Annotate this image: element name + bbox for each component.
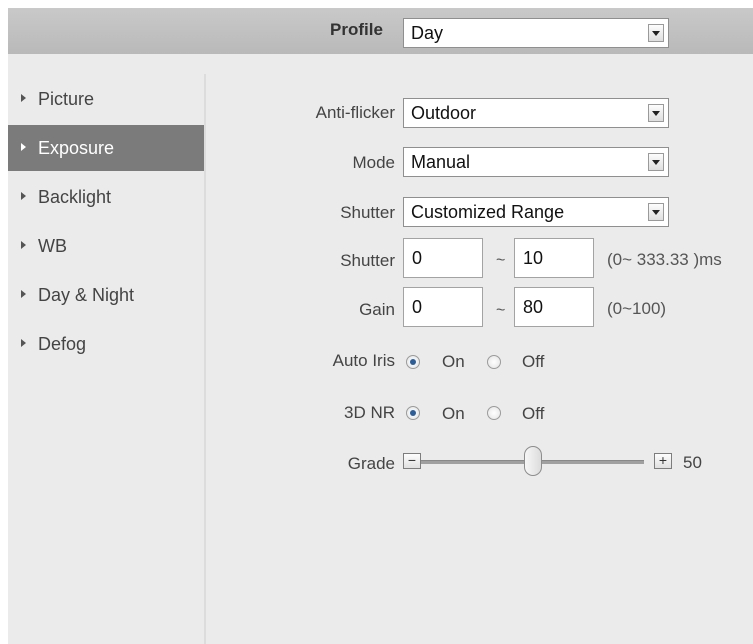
profile-label: Profile [330,20,383,39]
auto-iris-off-radio[interactable] [487,355,501,369]
sidebar-item-backlight[interactable]: Backlight [8,174,204,220]
range-separator: ~ [496,252,506,269]
anti-flicker-select[interactable]: Outdoor [403,98,669,128]
shutter-range-label: Shutter [340,251,395,270]
3dnr-off-radio[interactable] [487,406,501,420]
shutter-range-hint: (0~ 333.33 )ms [607,250,722,269]
shutter-max-input[interactable]: 10 [514,238,594,278]
range-separator: ~ [496,302,506,319]
sidebar-item-label: Defog [38,334,87,354]
triangle-right-icon [21,290,26,298]
auto-iris-on-label: On [442,352,465,371]
shutter-min-input[interactable]: 0 [403,238,483,278]
sidebar-item-exposure[interactable]: Exposure [8,125,204,171]
shutter-value: Customized Range [411,202,565,222]
chevron-down-icon[interactable] [648,24,664,42]
shutter-label: Shutter [340,203,395,222]
profile-select[interactable]: Day [403,18,669,48]
3dnr-label: 3D NR [343,403,395,422]
sidebar-item-label: Day & Night [38,285,135,305]
triangle-right-icon [21,143,26,151]
triangle-right-icon [21,192,26,200]
gain-label: Gain [359,300,395,319]
shutter-select[interactable]: Customized Range [403,197,669,227]
triangle-right-icon [21,339,26,347]
sidebar-item-label: Picture [38,89,95,109]
sidebar-item-label: Exposure [38,138,115,158]
anti-flicker-label: Anti-flicker [315,103,395,122]
chevron-down-icon[interactable] [648,203,664,221]
sidebar-item-day-night[interactable]: Day & Night [8,272,204,318]
gain-max-input[interactable]: 80 [514,287,594,327]
gain-range-hint: (0~100) [607,299,667,318]
minus-button[interactable]: − [403,453,421,469]
mode-value: Manual [411,152,471,172]
sidebar-item-picture[interactable]: Picture [8,76,204,122]
profile-select-value: Day [411,23,444,43]
mode-select[interactable]: Manual [403,147,669,177]
3dnr-on-label: On [442,404,465,423]
3dnr-on-radio[interactable] [406,406,420,420]
chevron-down-icon[interactable] [648,153,664,171]
sidebar-item-label: Backlight [38,187,112,207]
triangle-right-icon [21,241,26,249]
sidebar-item-wb[interactable]: WB [8,223,204,269]
sidebar: Picture Exposure Backlight WB Day & Nigh… [8,74,206,644]
auto-iris-off-label: Off [522,352,545,371]
anti-flicker-value: Outdoor [411,103,477,123]
sidebar-item-label: WB [38,236,67,256]
plus-button[interactable]: + [654,453,672,469]
auto-iris-on-radio[interactable] [406,355,420,369]
mode-label: Mode [352,153,395,172]
3dnr-off-label: Off [522,404,545,423]
gain-min-input[interactable]: 0 [403,287,483,327]
grade-value: 50 [683,453,702,472]
chevron-down-icon[interactable] [648,104,664,122]
triangle-right-icon [21,94,26,102]
grade-label: Grade [347,454,395,473]
sidebar-item-defog[interactable]: Defog [8,321,204,367]
auto-iris-label: Auto Iris [332,351,395,370]
grade-slider-thumb[interactable] [523,446,542,476]
